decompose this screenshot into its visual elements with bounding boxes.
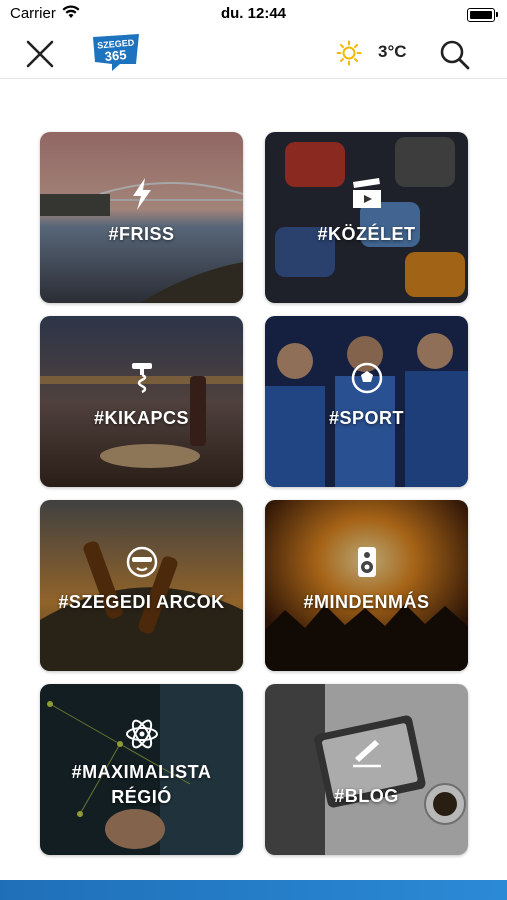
category-tile-blog[interactable]: #BLOG [265,684,468,855]
category-grid: #FRISS #KÖZÉLET #KIKAPCS #SPORT #SZEGEDI… [40,132,468,855]
category-label: #SZEGEDI ARCOK [58,592,225,612]
sunglasses-face-icon [126,546,157,578]
tile-shade [40,132,243,303]
category-label-line2: RÉGIÓ [111,787,172,807]
category-tile-sport[interactable]: #SPORT [265,316,468,487]
tile-shade [265,132,468,303]
category-tile-mindenmas[interactable]: #MINDENMÁS [265,500,468,671]
close-icon[interactable] [22,36,58,72]
category-label: #KÖZÉLET [317,224,416,244]
szeged365-logo[interactable]: SZEGED 365 [90,32,142,72]
category-label: #MINDENMÁS [303,592,430,612]
status-bar: Carrier du. 12:44 [0,0,507,28]
category-tile-kozelet[interactable]: #KÖZÉLET [265,132,468,303]
category-tile-maximalista-regio[interactable]: #MAXIMALISTA RÉGIÓ [40,684,243,855]
atom-icon [125,719,158,749]
tile-shade [40,316,243,487]
sun-icon [336,40,362,66]
pen-writing-icon [352,740,381,768]
logo-text-bottom: 365 [104,47,127,64]
tile-shade [265,500,468,671]
tile-shade [40,500,243,671]
corkscrew-icon [131,363,152,394]
category-label: #SPORT [328,408,405,428]
category-tile-kikapcs[interactable]: #KIKAPCS [40,316,243,487]
tile-shade [265,316,468,487]
category-label: #BLOG [334,786,399,806]
category-label-line1: #MAXIMALISTA [71,762,212,782]
category-label: #KIKAPCS [93,408,190,428]
lightning-icon [132,178,151,210]
clapperboard-icon [352,178,381,208]
bottom-bar [0,880,507,900]
clock: du. 12:44 [220,5,287,22]
nav-bar: SZEGED 365 3°C [0,28,507,79]
category-tile-friss[interactable]: #FRISS [40,132,243,303]
temperature-label: 3°C [378,42,407,61]
speaker-icon [357,547,376,577]
category-tile-szegedi-arcok[interactable]: #SZEGEDI ARCOK [40,500,243,671]
soccer-ball-icon [351,362,382,394]
battery-icon [467,8,498,22]
category-label: #FRISS [108,224,175,244]
search-icon[interactable] [436,36,472,72]
